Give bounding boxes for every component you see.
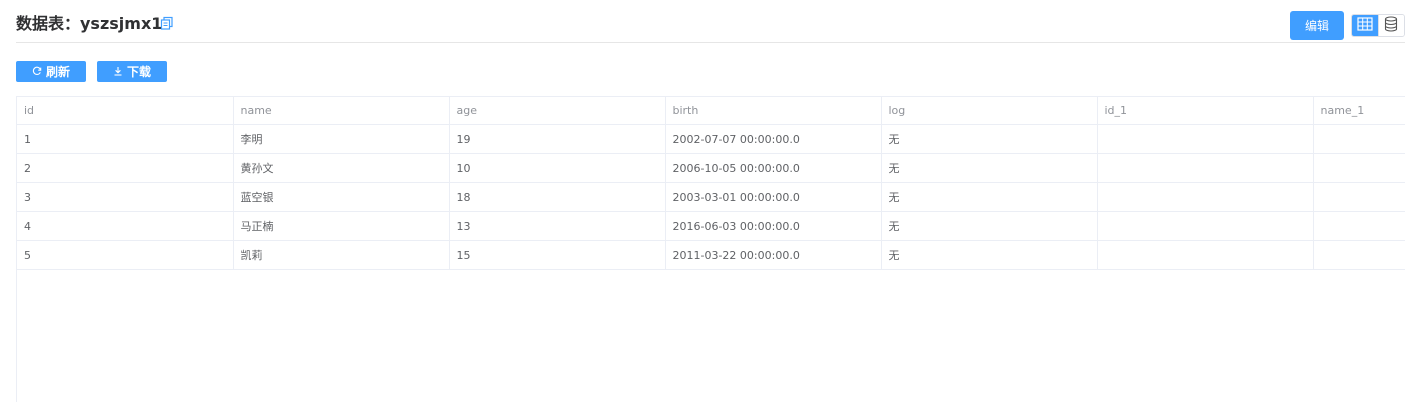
column-header[interactable]: id [17,96,234,125]
download-button[interactable]: 下载 [97,61,167,82]
table-cell [1313,240,1405,270]
table-view-button[interactable] [1352,15,1378,36]
table-cell: 2011-03-22 00:00:00.0 [665,240,882,270]
table-cell [1097,182,1314,212]
table-cell: 蓝空银 [233,182,450,212]
column-header[interactable]: id_1 [1097,96,1314,125]
refresh-label: 刷新 [45,65,70,79]
table-cell: 2016-06-03 00:00:00.0 [665,211,882,241]
table-cell [1313,153,1405,183]
database-icon [1384,15,1398,36]
download-label: 下载 [126,65,151,79]
table-cell [1313,182,1405,212]
table-row[interactable]: 2 黄孙文 10 2006-10-05 00:00:00.0 无 [17,153,1405,183]
table-cell: 2 [17,153,234,183]
table-cell: 18 [449,182,666,212]
table-cell: 2006-10-05 00:00:00.0 [665,153,882,183]
copy-icon[interactable] [160,15,174,30]
table-cell: 无 [881,240,1098,270]
table-cell [1313,124,1405,154]
table-cell: 10 [449,153,666,183]
table-cell: 3 [17,182,234,212]
table-row[interactable]: 1 李明 19 2002-07-07 00:00:00.0 无 [17,124,1405,154]
table-row[interactable]: 3 蓝空银 18 2003-03-01 00:00:00.0 无 [17,182,1405,212]
table-cell [1097,240,1314,270]
column-header[interactable]: name_1 [1313,96,1405,125]
download-icon [113,65,123,79]
page-header: 数据表：yszsjmx1 编辑 [16,0,1405,43]
table-cell: 无 [881,211,1098,241]
column-header[interactable]: log [881,96,1098,125]
column-header[interactable]: name [233,96,450,125]
view-toggle [1351,14,1405,37]
refresh-button[interactable]: 刷新 [16,61,86,82]
table-cell: 4 [17,211,234,241]
table-row[interactable]: 4 马正楠 13 2016-06-03 00:00:00.0 无 [17,211,1405,241]
table-cell: 2002-07-07 00:00:00.0 [665,124,882,154]
table-cell: 黄孙文 [233,153,450,183]
database-view-button[interactable] [1377,15,1404,36]
table-cell: 19 [449,124,666,154]
table-cell: 李明 [233,124,450,154]
table-cell: 15 [449,240,666,270]
table-cell: 5 [17,240,234,270]
table-cell [1097,124,1314,154]
table-header-row: id name age birth log id_1 name_1 [17,96,1405,125]
table-cell [1097,153,1314,183]
table-cell: 13 [449,211,666,241]
page-title: 数据表：yszsjmx1 [16,14,163,33]
table-grid-icon [1357,16,1373,35]
table-cell: 1 [17,124,234,154]
table-cell [1097,211,1314,241]
table-cell: 凯莉 [233,240,450,270]
edit-button[interactable]: 编辑 [1290,11,1344,40]
refresh-icon [32,65,42,79]
table-cell: 无 [881,153,1098,183]
table-cell: 马正楠 [233,211,450,241]
table-cell: 无 [881,182,1098,212]
column-header[interactable]: birth [665,96,882,125]
table-cell: 无 [881,124,1098,154]
column-header[interactable]: age [449,96,666,125]
data-table[interactable]: id name age birth log id_1 name_1 1 李明 1… [16,96,1405,402]
table-cell [1313,211,1405,241]
table-row[interactable]: 5 凯莉 15 2011-03-22 00:00:00.0 无 [17,240,1405,270]
table-cell: 2003-03-01 00:00:00.0 [665,182,882,212]
